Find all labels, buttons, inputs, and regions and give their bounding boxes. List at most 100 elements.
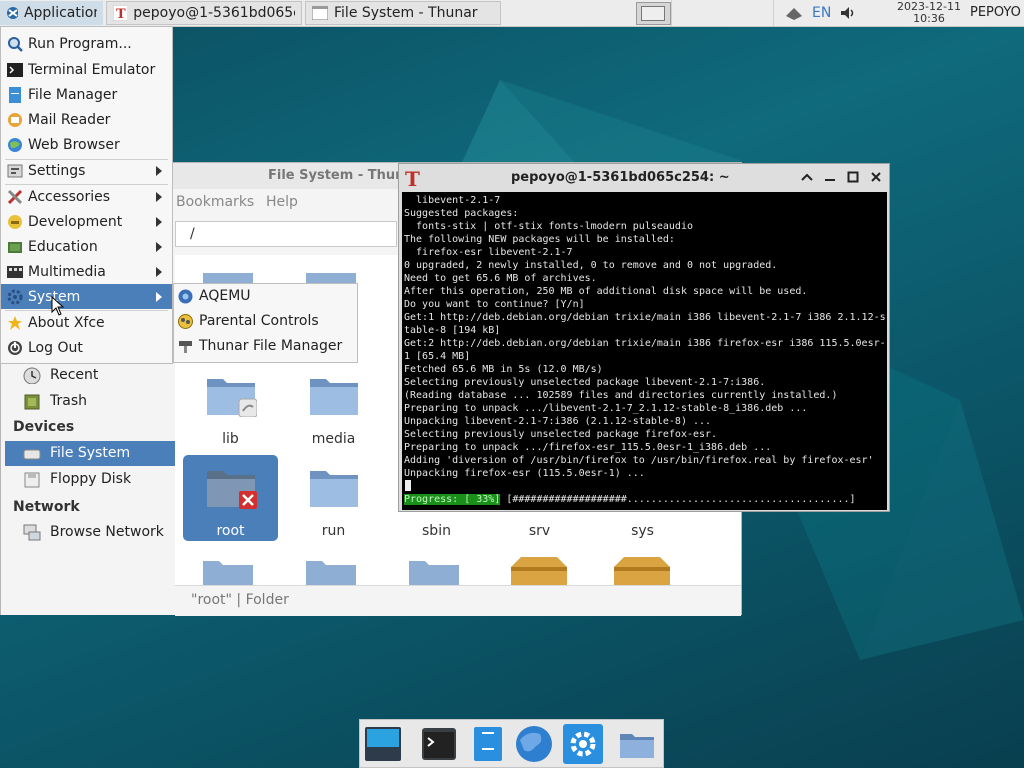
status-bar: "root" | Folder xyxy=(175,585,741,616)
terminal-line: firefox-esr libevent-2.1-7 xyxy=(404,247,573,258)
menu-item-multimedia[interactable]: Multimedia xyxy=(1,259,172,284)
terminal-line: Preparing to unpack .../libevent-2.1-7_2… xyxy=(404,403,808,414)
sidebar-item-recent[interactable]: Recent xyxy=(5,363,175,388)
taskbar-terminal-button[interactable]: T pepoyo@1-5361bd065c... xyxy=(106,1,302,25)
shade-icon[interactable] xyxy=(801,172,813,182)
sidebar-item-floppy[interactable]: Floppy Disk xyxy=(5,467,175,492)
taskbar-thunar-button[interactable]: File System - Thunar xyxy=(305,1,501,25)
folder-icon xyxy=(310,471,358,507)
location-path: / xyxy=(190,226,195,242)
menu-bookmarks[interactable]: Bookmarks xyxy=(176,194,254,210)
clock-time: 10:36 xyxy=(913,12,945,25)
menu-label: Web Browser xyxy=(28,136,120,153)
svg-text:T: T xyxy=(405,168,420,188)
terminal-line: libevent-2.1-7 xyxy=(404,195,501,206)
submenu-item-aqemu[interactable]: AQEMU xyxy=(174,284,357,309)
progress-label: Progress: [ 33%] xyxy=(404,494,501,505)
terminal-output[interactable]: libevent-2.1-7 Suggested packages: fonts… xyxy=(402,192,887,510)
file-item-media[interactable]: media xyxy=(286,363,381,449)
clock[interactable]: 2023-12-11 10:36 xyxy=(896,1,962,25)
menu-item-mail-reader[interactable]: Mail Reader xyxy=(1,107,172,132)
file-label-media: media xyxy=(311,431,356,447)
terminal-title: pepoyo@1-5361bd065c254: ~ xyxy=(511,170,730,185)
dock xyxy=(359,719,664,768)
terminal-line: The following NEW packages will be insta… xyxy=(404,234,675,245)
menu-item-log-out[interactable]: Log Out xyxy=(1,335,172,360)
multimedia-icon xyxy=(7,265,23,278)
terminal-line: Selecting previously unselected package … xyxy=(404,377,766,388)
folder-icon[interactable] xyxy=(617,724,657,764)
sidebar-item-file-system[interactable]: File System xyxy=(5,441,175,466)
progress-bar: [###################....................… xyxy=(500,494,862,505)
file-item-run[interactable]: run xyxy=(286,455,381,541)
submenu-item-thunar[interactable]: Thunar File Manager xyxy=(174,334,357,359)
menu-item-run-program[interactable]: Run Program... xyxy=(1,31,172,56)
terminal-cursor xyxy=(405,480,411,491)
show-desktop-icon[interactable] xyxy=(363,724,403,764)
menu-label: Log Out xyxy=(28,339,83,356)
menu-label: Settings xyxy=(28,162,86,179)
menu-item-terminal-emulator[interactable]: Terminal Emulator xyxy=(1,57,172,82)
terminal-line: Suggested packages: xyxy=(404,208,519,219)
terminal-line: Unpacking firefox-esr (115.5.0esr-1) ... xyxy=(404,468,645,479)
chevron-right-icon xyxy=(156,291,162,302)
web-browser-icon[interactable] xyxy=(514,724,554,764)
terminal-line: Selecting previously unselected package … xyxy=(404,429,718,440)
menu-item-file-manager[interactable]: File Manager xyxy=(1,82,172,107)
location-bar[interactable]: / xyxy=(175,221,397,247)
menu-item-system[interactable]: System xyxy=(1,284,172,309)
file-item-root[interactable]: root xyxy=(183,455,278,541)
menu-label: Multimedia xyxy=(28,263,106,280)
terminal-window: T pepoyo@1-5361bd065c254: ~ libevent-2.1… xyxy=(398,163,890,512)
about-icon xyxy=(8,315,22,330)
menu-label: File Manager xyxy=(28,86,118,103)
menu-label: Mail Reader xyxy=(28,111,111,128)
keyboard-layout-indicator[interactable]: EN xyxy=(812,5,831,21)
file-item-lib[interactable]: lib xyxy=(183,363,278,449)
network-folder-icon xyxy=(23,524,41,541)
workspace-switcher[interactable] xyxy=(636,2,671,25)
menu-item-development[interactable]: Development xyxy=(1,209,172,234)
panel-separator xyxy=(671,0,672,26)
trash-icon xyxy=(24,394,40,410)
applications-menu: Run Program... Terminal Emulator File Ma… xyxy=(0,26,173,364)
sidebar-label-recent: Recent xyxy=(50,367,99,383)
taskbar-terminal-label: pepoyo@1-5361bd065c... xyxy=(133,5,295,21)
close-icon[interactable] xyxy=(870,171,882,183)
terminal-titlebar[interactable]: T pepoyo@1-5361bd065c254: ~ xyxy=(399,164,889,192)
submenu-label: Thunar File Manager xyxy=(199,338,343,354)
sidebar-item-trash[interactable]: Trash xyxy=(5,389,175,414)
folder-icon xyxy=(306,561,356,585)
education-icon xyxy=(8,241,22,253)
chevron-right-icon xyxy=(156,191,162,202)
applications-menu-button[interactable]: Applications xyxy=(0,1,103,25)
sidebar-label-trash: Trash xyxy=(50,393,87,409)
terminal-line: After this operation, 250 MB of addition… xyxy=(404,286,808,297)
user-menu[interactable]: PEPOYO xyxy=(970,5,1021,20)
maximize-icon[interactable] xyxy=(847,171,859,183)
menu-item-web-browser[interactable]: Web Browser xyxy=(1,132,172,157)
terminal-icon[interactable] xyxy=(419,724,459,764)
network-icon[interactable] xyxy=(784,4,804,22)
submenu-item-parental-controls[interactable]: Parental Controls xyxy=(174,309,357,334)
menu-item-settings[interactable]: Settings xyxy=(1,158,172,183)
menu-item-education[interactable]: Education xyxy=(1,234,172,259)
volume-icon[interactable] xyxy=(839,5,857,21)
run-program-icon xyxy=(8,36,23,52)
sidebar-item-browse-network[interactable]: Browse Network xyxy=(5,520,175,545)
terminal-line: table-8 [194 kB] xyxy=(404,325,501,336)
minimize-icon[interactable] xyxy=(824,172,836,182)
window-icon xyxy=(312,6,328,20)
folder-locked-icon xyxy=(207,471,257,509)
menu-help[interactable]: Help xyxy=(266,194,298,210)
package-icon xyxy=(511,557,567,585)
folder-icon xyxy=(203,561,253,585)
sidebar-label-browse-network: Browse Network xyxy=(50,524,164,540)
system-tray: EN xyxy=(784,0,857,26)
menu-item-about-xfce[interactable]: About Xfce xyxy=(1,310,172,335)
settings-icon[interactable] xyxy=(563,724,603,764)
top-panel: Applications T pepoyo@1-5361bd065c... Fi… xyxy=(0,0,1024,27)
menu-item-accessories[interactable]: Accessories xyxy=(1,184,172,209)
file-manager-icon[interactable] xyxy=(468,724,508,764)
accessories-icon xyxy=(7,189,23,204)
